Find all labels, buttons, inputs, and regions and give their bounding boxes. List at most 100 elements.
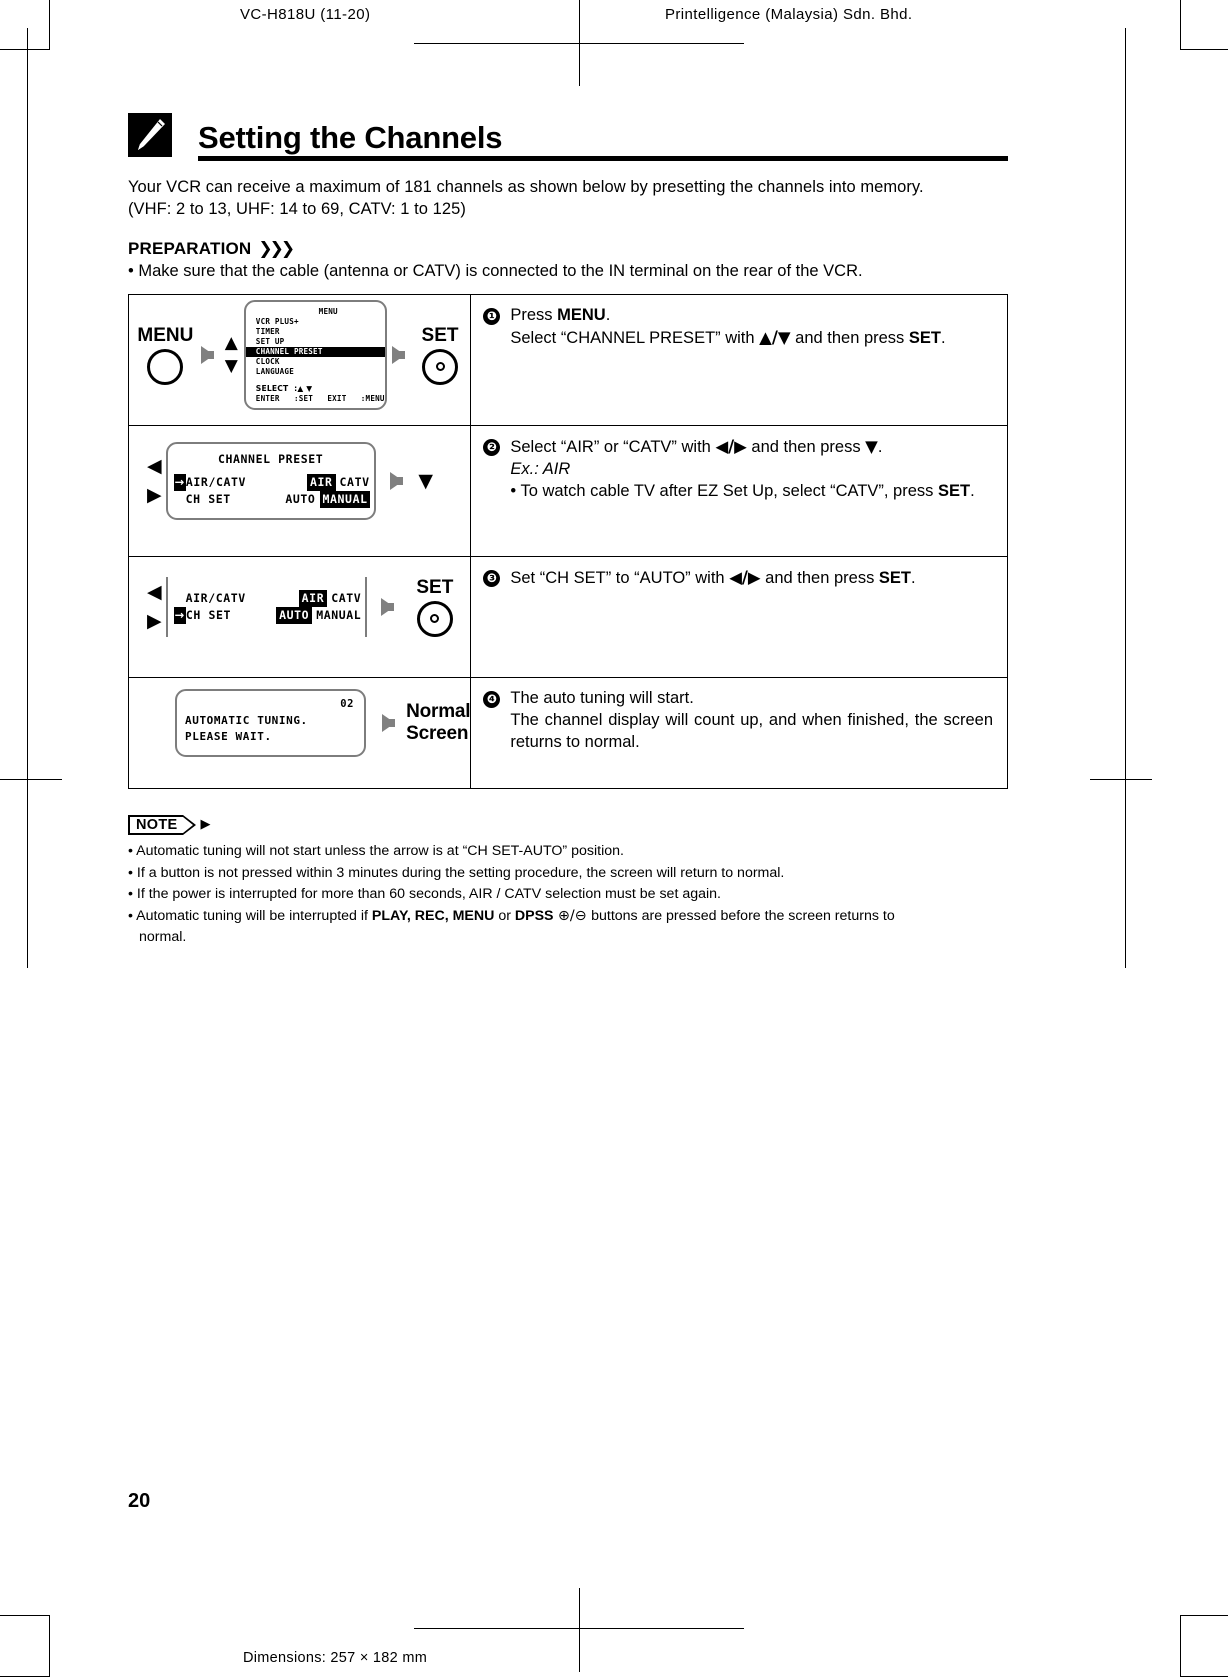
osd-channel-preset-screen-step2: CHANNEL PRESET → AIR/CATV AIR CATV CH SE… [165,441,376,521]
trim-line-right [1125,28,1126,968]
preparation-text: • Make sure that the cable (antenna or C… [128,261,863,280]
note-item-4-prefix: • Automatic tuning will be interrupted i… [128,907,372,924]
registration-line-bottom-v [579,1588,580,1672]
trim-line-left [27,28,28,968]
flow-arrow-right-icon-3 [389,471,403,490]
page-title: Setting the Channels [198,120,503,155]
table-row: ◀ ▶ AIR/CATV AIR CATV → CH SET AUTO MANU… [127,555,1008,678]
flow-arrow-right-icon-2 [391,345,405,364]
osd-menu-item-clock[interactable]: CLOCK [246,357,385,367]
menu-button-circle-icon [147,348,184,385]
osd-preset-row-air-catv[interactable]: → AIR/CATV AIR CATV [168,473,374,492]
step-2-sub-bullet: • To watch cable TV after EZ Set Up, sel… [510,481,974,503]
step-1-set-keyword: SET [908,328,941,347]
step-4-figure: 02 AUTOMATIC TUNING. PLEASE WAIT. Normal… [129,678,471,768]
header-printer-name: Printelligence (Malaysia) Sdn. Bhd. [665,6,913,23]
osd-preset-air-catv-label: AIR/CATV [185,474,247,489]
trim-tick-right [1090,779,1152,780]
osd-cursor-icon-2: → [173,606,186,625]
up-down-arrow-pad[interactable]: ▲ ▼ [225,334,238,375]
intro-line-2: (VHF: 2 to 13, UHF: 14 to 69, CATV: 1 to… [128,199,466,218]
crop-corner-bottom-right [1180,1615,1228,1677]
note-list: • Automatic tuning will not start unless… [128,841,1008,949]
flow-arrow-right-icon-4 [381,597,395,616]
osd-menu-item-set-up[interactable]: SET UP [246,337,385,347]
menu-button[interactable]: MENU [135,325,196,385]
osd-preset-catv-option[interactable]: CATV [336,474,374,491]
osd-preset3-row-air-catv[interactable]: AIR/CATV AIR CATV [168,589,366,607]
triple-chevron-icon: ❯❯❯ [258,238,295,259]
note-item-4-conj: or [494,907,515,924]
trim-tick-left [0,779,62,780]
note-section: NOTE ▶ • Automatic tuning will not start… [128,814,1008,949]
left-right-arrow-pad-2[interactable]: ◀ ▶ [147,583,162,631]
menu-button-label: MENU [137,324,194,346]
step-2: ❷ Select “AIR” or “CATV” with ◀/▶ and th… [483,436,993,502]
print-header: VC-H818U (11-20) Printelligence (Malaysi… [0,6,1228,30]
preparation-label: PREPARATION [128,238,252,258]
osd-menu-item-language[interactable]: LANGUAGE [246,367,385,377]
up-down-arrow-glyph-icon: ▲/▼ [759,327,791,347]
step-1-line-1: Press MENU. [510,305,945,327]
osd-menu-hint-select: SELECT :▲ ▼ [255,384,313,393]
osd-tuning-channel-count: 02 [340,698,355,711]
set-button-circle-icon-2 [416,600,453,637]
step-4-line-2: The channel display will count up, and w… [510,710,993,751]
step-3-text-cell: ❸ Set “CH SET” to “AUTO” with ◀/▶ and th… [470,555,1008,678]
osd-preset3-catv-option[interactable]: CATV [327,590,365,607]
note-item-4-suffix: buttons are pressed before the screen re… [591,907,895,924]
left-right-arrow-pad[interactable]: ◀ ▶ [147,455,162,505]
note-item-4: • Automatic tuning will be interrupted i… [128,906,1008,928]
osd-preset3-manual-option[interactable]: MANUAL [312,607,365,624]
step-4: ❹ The auto tuning will start. The channe… [483,688,993,753]
osd-menu-spacer [246,377,385,384]
note-arrow-icon: ▶ [200,817,211,833]
step-1-line-2-suffix: . [940,328,946,347]
step-3-line-1-prefix: Set “CH SET” to “AUTO” with [510,568,730,587]
osd-menu-item-channel-preset[interactable]: CHANNEL PRESET [245,346,385,357]
pencil-icon [128,113,172,157]
osd-preset3-air-option[interactable]: AIR [298,589,328,607]
note-badge-label: NOTE [128,814,184,835]
step-3-text: Set “CH SET” to “AUTO” with ◀/▶ and then… [510,567,915,590]
note-item-2: • If a button is not pressed within 3 mi… [128,864,785,881]
osd-automatic-tuning-screen: 02 AUTOMATIC TUNING. PLEASE WAIT. [175,689,367,757]
osd-tuning-line-2: PLEASE WAIT. [185,729,272,743]
step-1-text-cell: ❶ Press MENU. Select “CHANNEL PRESET” wi… [470,293,1008,426]
down-arrow-button[interactable]: ▼ [408,470,444,492]
header-model-code: VC-H818U (11-20) [240,6,371,23]
note-dpss-keyword: DPSS [514,907,554,924]
left-arrow-icon: ◀ [147,455,162,478]
page-number: 20 [128,1490,151,1512]
set-button[interactable]: SET [410,325,471,385]
step-1-menu-keyword: MENU [557,305,606,324]
osd-menu-title: MENU [318,306,338,316]
page-title-row: Setting the Channels [128,105,1008,161]
normal-screen-line-1: Normal [406,701,471,723]
step-2-figure-cell: ◀ ▶ CHANNEL PRESET → AIR/CATV AIR CATV C… [127,424,472,557]
step-3-number: ❸ [483,569,501,587]
step-2-figure: ◀ ▶ CHANNEL PRESET → AIR/CATV AIR CATV C… [129,426,470,536]
osd-preset3-ch-set-label: CH SET [185,607,232,622]
step-4-figure-cell: 02 AUTOMATIC TUNING. PLEASE WAIT. Normal… [127,676,472,789]
osd-preset3-row-ch-set[interactable]: → CH SET AUTO MANUAL [168,606,366,625]
osd-menu-item-timer[interactable]: TIMER [246,327,385,337]
osd-cursor-icon: → [173,473,186,492]
step-3-figure-cell: ◀ ▶ AIR/CATV AIR CATV → CH SET AUTO MANU… [127,555,472,678]
osd-preset-air-option[interactable]: AIR [306,473,336,492]
step-4-text: The auto tuning will start. The channel … [510,688,993,753]
osd-channel-preset-screen-step3: AIR/CATV AIR CATV → CH SET AUTO MANUAL [165,576,368,638]
osd-preset3-auto-option[interactable]: AUTO [276,606,313,625]
osd-preset-auto-option[interactable]: AUTO [285,491,320,508]
step-1-text: Press MENU. Select “CHANNEL PRESET” with… [510,305,945,350]
table-row: ◀ ▶ CHANNEL PRESET → AIR/CATV AIR CATV C… [127,424,1008,557]
set-button-circle-icon [422,348,458,385]
osd-tuning-line-1: AUTOMATIC TUNING. [185,713,308,727]
osd-menu-hint-enter: ENTER :SET EXIT :MENU [255,394,385,404]
osd-menu-item-vcr-plus[interactable]: VCR PLUS+ [246,317,385,327]
plus-minus-circle-icon: ⊕/⊖ [553,907,592,924]
set-button-2[interactable]: SET [399,577,470,637]
osd-preset-manual-option[interactable]: MANUAL [320,491,370,509]
osd-preset-row-ch-set[interactable]: CH SET AUTO MANUAL [168,491,374,509]
down-arrow-glyph-icon: ▼ [865,436,878,456]
